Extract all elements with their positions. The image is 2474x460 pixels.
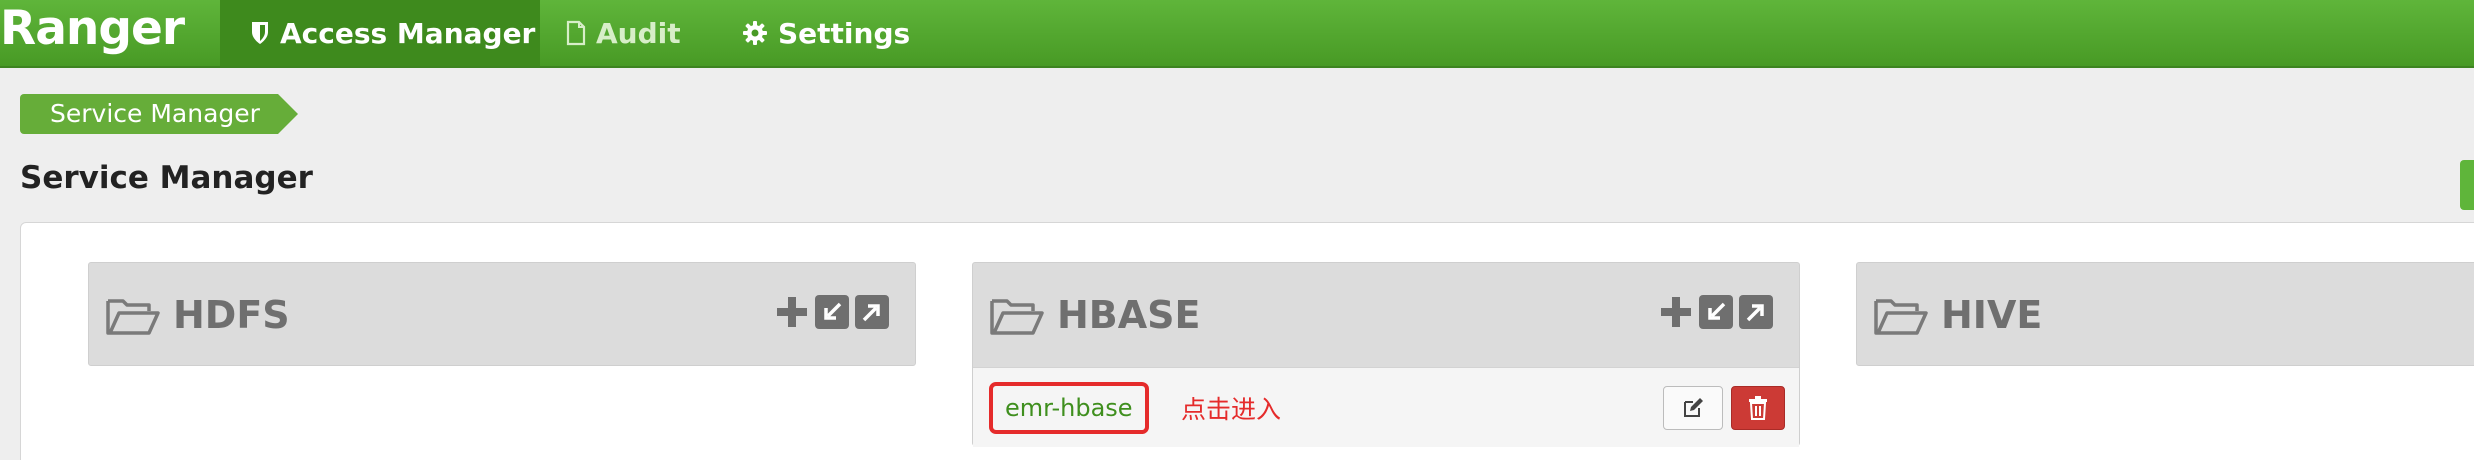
service-header: HDFS [89,263,915,367]
nav-audit-label: Audit [596,16,681,50]
service-header: HIVE [1857,263,2474,367]
gear-icon [743,21,767,45]
brand-logo[interactable]: Ranger [0,0,185,66]
nav-audit[interactable]: Audit [566,0,681,66]
top-right-action-button[interactable] [2460,160,2474,210]
annotation-text: 点击进入 [1181,395,1282,424]
trash-icon [1749,396,1767,420]
import-icon[interactable] [1699,295,1733,329]
export-icon[interactable] [855,295,889,329]
service-card-hbase: HBASE emr-hbase 点击进入 [972,262,1800,447]
service-actions [775,295,889,329]
nav-access-manager[interactable]: Access Manager [220,0,540,66]
nav-settings[interactable]: Settings [742,0,910,66]
service-card-hdfs: HDFS [88,262,916,366]
file-icon [566,20,586,46]
folder-open-icon [106,299,160,335]
service-name: HDFS [173,293,290,337]
import-icon[interactable] [815,295,849,329]
service-card-hive: HIVE [1856,262,2474,366]
add-service-icon[interactable] [1659,295,1693,329]
service-actions [1659,295,1773,329]
edit-repo-button[interactable] [1663,386,1723,430]
export-icon[interactable] [1739,295,1773,329]
folder-open-icon [1874,299,1928,335]
repo-link-emr-hbase[interactable]: emr-hbase [989,382,1149,434]
edit-icon [1684,398,1703,417]
delete-repo-button[interactable] [1731,386,1785,430]
shield-icon [252,22,268,44]
top-navbar: Ranger Access Manager Audit Settings [0,0,2474,68]
service-name: HIVE [1941,293,2043,337]
breadcrumb-label: Service Manager [50,99,260,128]
page-title: Service Manager [20,160,313,196]
add-service-icon[interactable] [775,295,809,329]
service-header: HBASE [973,263,1799,367]
nav-access-manager-label: Access Manager [280,16,536,50]
service-name: HBASE [1057,293,1201,337]
service-repo-row: emr-hbase 点击进入 [973,367,1799,447]
breadcrumb[interactable]: Service Manager [20,94,298,134]
nav-settings-label: Settings [778,16,911,50]
folder-open-icon [990,299,1044,335]
